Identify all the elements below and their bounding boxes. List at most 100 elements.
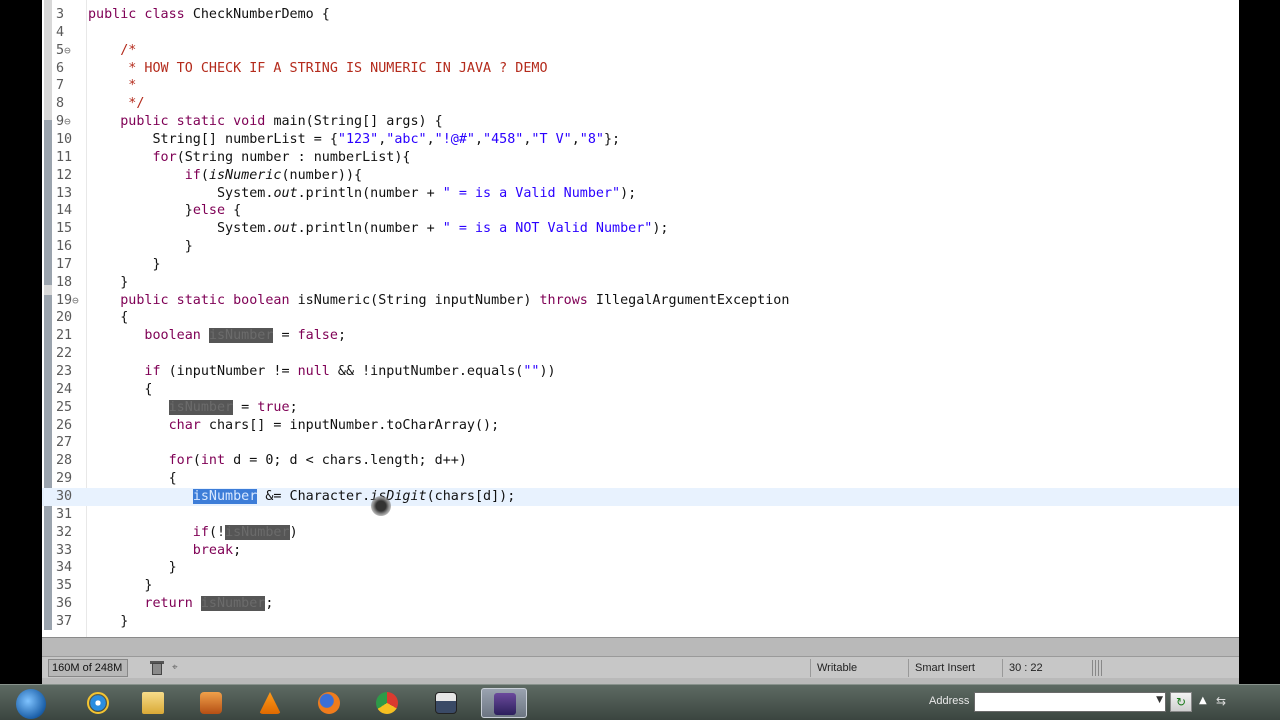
taskbar-vlc[interactable] — [247, 688, 293, 718]
code-text[interactable]: { — [88, 309, 128, 327]
code-text[interactable]: char chars[] = inputNumber.toCharArray()… — [88, 417, 500, 435]
code-text[interactable]: { — [88, 381, 152, 399]
address-input[interactable]: ▼ — [974, 692, 1166, 712]
line-number: 28 — [56, 453, 73, 469]
code-line[interactable]: 33 break; — [42, 542, 1239, 560]
code-line[interactable]: 8 */ — [42, 95, 1239, 113]
code-line[interactable]: 31 — [42, 506, 1239, 524]
code-line[interactable]: 21 boolean isNumber = false; — [42, 327, 1239, 345]
network-icon[interactable]: ⇆ — [1216, 694, 1226, 708]
code-text[interactable]: } — [88, 256, 160, 274]
code-line[interactable]: 11 for(String number : numberList){ — [42, 149, 1239, 167]
start-orb-icon[interactable] — [16, 689, 46, 719]
go-refresh-icon[interactable]: ↻ — [1170, 692, 1192, 712]
code-line[interactable]: 35 } — [42, 577, 1239, 595]
code-text[interactable]: } — [88, 559, 177, 577]
line-number: 5⊖ — [56, 42, 71, 58]
code-line[interactable]: 30 isNumber &= Character.isDigit(chars[d… — [42, 487, 1239, 506]
code-token: " = is a Valid Number" — [442, 185, 621, 201]
code-text[interactable]: break; — [88, 542, 241, 560]
pin-icon[interactable]: ⌖ — [172, 662, 194, 674]
code-line[interactable]: 20 { — [42, 309, 1239, 327]
resize-grip[interactable] — [1092, 660, 1102, 676]
code-text[interactable]: if(isNumeric(number)){ — [88, 167, 362, 185]
code-text[interactable]: } — [88, 613, 128, 631]
fold-toggle-icon[interactable]: ⊖ — [64, 44, 71, 57]
code-token: ( — [200, 167, 209, 183]
heap-status[interactable]: 160M of 248M — [48, 659, 128, 677]
code-token: chars[] = inputNumber.toCharArray(); — [200, 417, 500, 433]
code-line[interactable]: 13 System.out.println(number + " = is a … — [42, 185, 1239, 203]
trash-icon[interactable] — [150, 660, 164, 676]
taskbar-eclipse[interactable] — [481, 688, 527, 718]
code-line[interactable]: 7 * — [42, 77, 1239, 95]
code-text[interactable]: }else { — [88, 202, 241, 220]
code-text[interactable]: } — [88, 577, 152, 595]
code-text[interactable]: isNumber = true; — [88, 399, 298, 417]
code-line[interactable]: 12 if(isNumeric(number)){ — [42, 167, 1239, 185]
code-line[interactable]: 23 if (inputNumber != null && !inputNumb… — [42, 363, 1239, 381]
code-text[interactable]: public class CheckNumberDemo { — [88, 6, 330, 24]
taskbar-save-app[interactable] — [423, 688, 469, 718]
code-line[interactable]: 34 } — [42, 559, 1239, 577]
code-text[interactable]: if (inputNumber != null && !inputNumber.… — [88, 363, 555, 381]
code-token: && !inputNumber.equals( — [329, 364, 524, 379]
code-text[interactable]: public static boolean isNumeric(String i… — [88, 292, 789, 310]
code-line[interactable]: 10 String[] numberList = {"123","abc","!… — [42, 131, 1239, 149]
code-text[interactable]: isNumber &= Character.isDigit(chars[d]); — [88, 488, 515, 506]
taskbar-firefox[interactable] — [306, 688, 352, 718]
code-text[interactable]: String[] numberList = {"123","abc","!@#"… — [88, 131, 620, 149]
code-text[interactable]: boolean isNumber = false; — [88, 327, 346, 345]
tray-expand-icon[interactable]: ▲ — [1199, 695, 1207, 706]
code-line[interactable]: 14 }else { — [42, 202, 1239, 220]
fold-toggle-icon[interactable]: ⊖ — [72, 294, 79, 307]
fold-toggle-icon[interactable]: ⊖ — [64, 115, 71, 128]
code-token: "458" — [483, 131, 524, 147]
code-line[interactable]: 5⊖ /* — [42, 42, 1239, 60]
java-editor[interactable]: 3 public class CheckNumberDemo {4 5⊖ /* 6 *… — [42, 0, 1239, 637]
code-text[interactable]: System.out.println(number + " = is a NOT… — [88, 220, 669, 238]
taskbar-chrome[interactable] — [364, 688, 410, 718]
code-line[interactable]: 24 { — [42, 381, 1239, 399]
code-line[interactable]: 25 isNumber = true; — [42, 399, 1239, 417]
code-line[interactable]: 28 for(int d = 0; d < chars.length; d++) — [42, 452, 1239, 470]
dropdown-arrow-icon[interactable]: ▼ — [1156, 695, 1163, 705]
code-line[interactable]: 37 } — [42, 613, 1239, 631]
code-text[interactable]: if(!isNumber) — [88, 524, 298, 542]
code-text[interactable]: return isNumber; — [88, 595, 273, 613]
taskbar-explorer[interactable] — [130, 688, 176, 718]
firefox-icon — [318, 692, 340, 714]
code-text[interactable]: } — [88, 274, 128, 292]
code-line[interactable]: 32 if(!isNumber) — [42, 524, 1239, 542]
code-line[interactable]: 6 * HOW TO CHECK IF A STRING IS NUMERIC … — [42, 60, 1239, 78]
code-line[interactable]: 17 } — [42, 256, 1239, 274]
code-line[interactable]: 3 public class CheckNumberDemo { — [42, 6, 1239, 24]
code-line[interactable]: 16 } — [42, 238, 1239, 256]
code-text[interactable]: public static void main(String[] args) { — [88, 113, 443, 131]
code-text[interactable]: /* — [88, 42, 136, 60]
code-text[interactable]: for(String number : numberList){ — [88, 149, 410, 167]
code-line[interactable]: 15 System.out.println(number + " = is a … — [42, 220, 1239, 238]
line-number: 27 — [56, 435, 73, 451]
code-line[interactable]: 26 char chars[] = inputNumber.toCharArra… — [42, 417, 1239, 435]
code-line[interactable]: 36 return isNumber; — [42, 595, 1239, 613]
code-text[interactable]: for(int d = 0; d < chars.length; d++) — [88, 452, 467, 470]
code-line[interactable]: 4 — [42, 24, 1239, 42]
code-text[interactable]: { — [88, 470, 177, 488]
code-line[interactable]: 27 — [42, 434, 1239, 452]
line-number: 30 — [56, 488, 73, 504]
code-text[interactable]: * — [88, 77, 136, 95]
code-token: , — [571, 131, 580, 147]
code-line[interactable]: 22 — [42, 345, 1239, 363]
code-line[interactable]: 19⊖ public static boolean isNumeric(Stri… — [42, 292, 1239, 310]
code-text[interactable]: System.out.println(number + " = is a Val… — [88, 185, 636, 203]
code-text[interactable]: */ — [88, 95, 144, 113]
code-line[interactable]: 18 } — [42, 274, 1239, 292]
code-line[interactable]: 29 { — [42, 470, 1239, 488]
taskbar-ie[interactable] — [75, 688, 121, 718]
code-text[interactable]: * HOW TO CHECK IF A STRING IS NUMERIC IN… — [88, 60, 547, 78]
code-line[interactable]: 9⊖ public static void main(String[] args… — [42, 113, 1239, 131]
code-text[interactable]: } — [88, 238, 193, 256]
taskbar-media-player[interactable] — [188, 688, 234, 718]
line-number: 12 — [56, 167, 73, 183]
